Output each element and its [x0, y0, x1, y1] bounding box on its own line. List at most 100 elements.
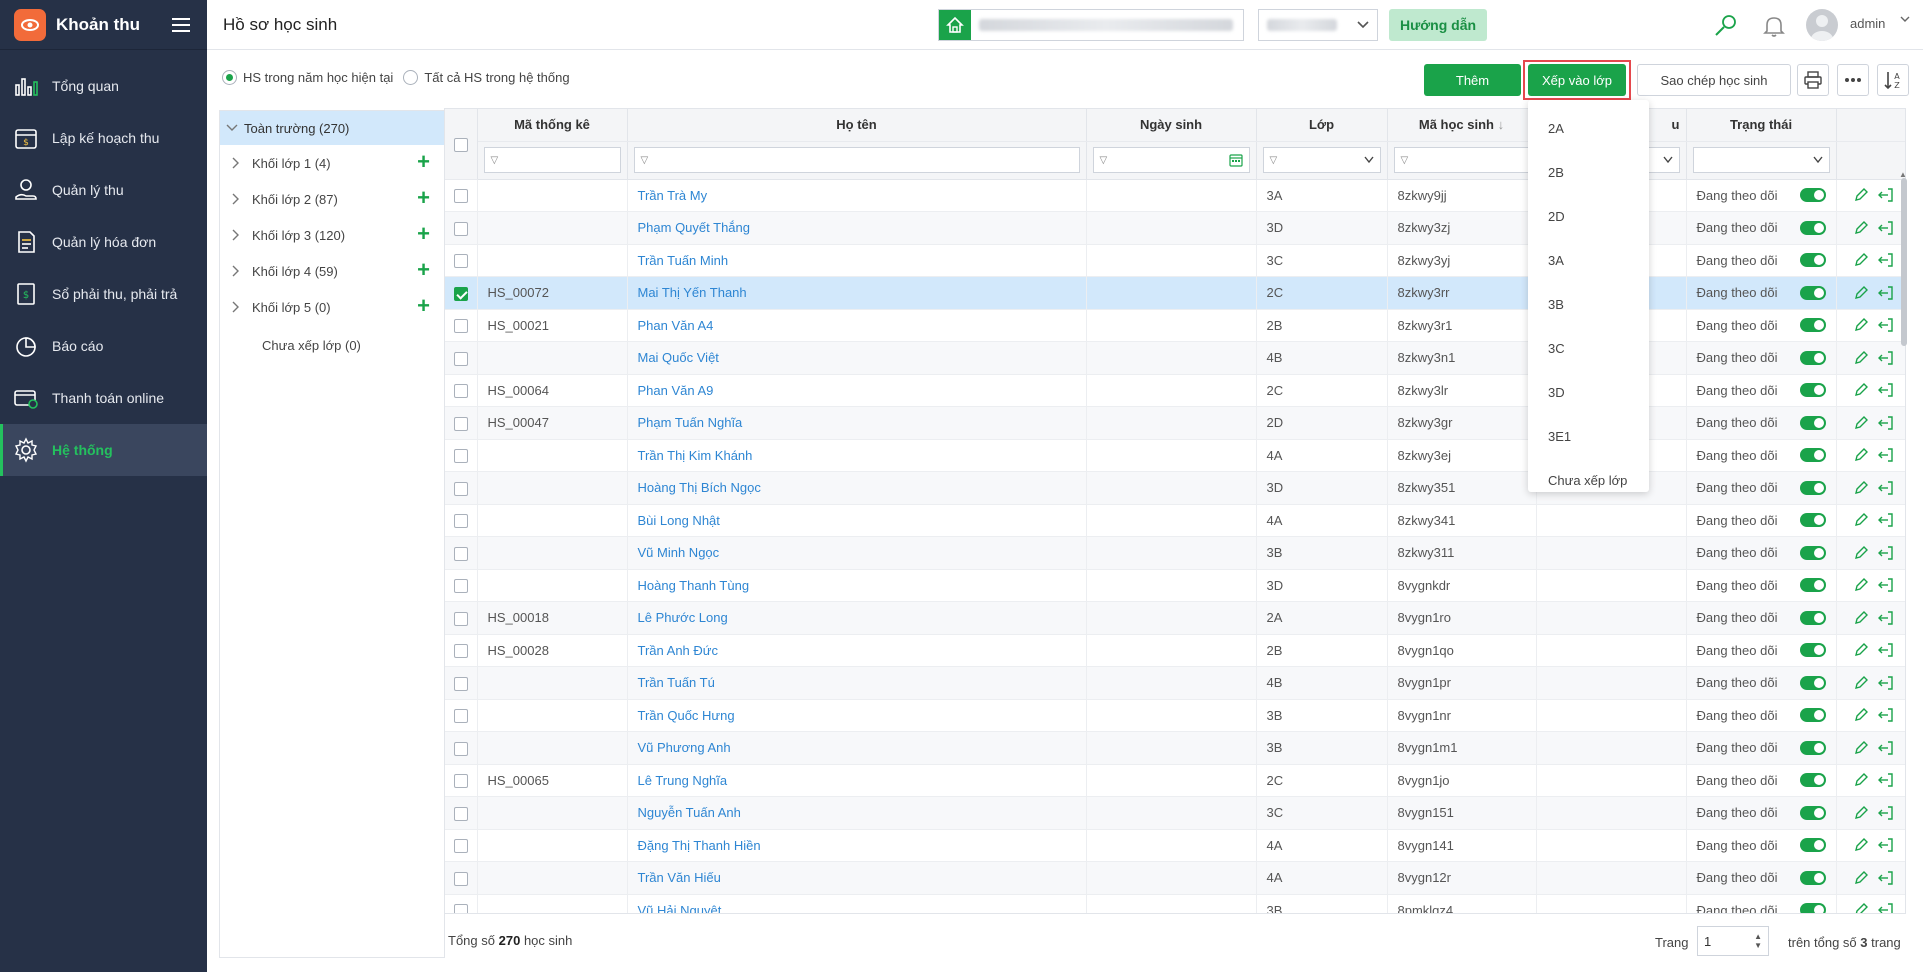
edit-pencil-icon[interactable]: [1853, 675, 1869, 691]
header-select-all[interactable]: [445, 109, 478, 180]
transfer-icon[interactable]: [1877, 707, 1895, 723]
cell-name-link[interactable]: Lê Phước Long: [627, 601, 1087, 635]
print-button[interactable]: [1797, 64, 1829, 96]
row-select[interactable]: [445, 406, 478, 440]
tree-item-grade[interactable]: Khối lớp 4 (59) +: [220, 253, 444, 289]
edit-pencil-icon[interactable]: [1853, 415, 1869, 431]
add-class-icon[interactable]: +: [417, 295, 430, 317]
school-selector[interactable]: [938, 9, 1244, 41]
class-option[interactable]: 2A: [1528, 106, 1649, 150]
edit-pencil-icon[interactable]: [1853, 350, 1869, 366]
filter-dob[interactable]: ▽: [1086, 141, 1257, 180]
sidebar-item-lap-ke-hoach-thu[interactable]: $ Lập kế hoạch thu: [0, 112, 207, 164]
edit-pencil-icon[interactable]: [1853, 220, 1869, 236]
cell-name-link[interactable]: Bùi Long Nhật: [627, 504, 1087, 537]
transfer-icon[interactable]: [1877, 447, 1895, 463]
cell-name-link[interactable]: Phan Văn A9: [627, 374, 1087, 407]
row-checkbox[interactable]: [453, 579, 468, 594]
sidebar-item-so-phai-thu[interactable]: $ Sổ phải thu, phải trả: [0, 268, 207, 320]
status-toggle[interactable]: [1799, 545, 1826, 560]
status-toggle[interactable]: [1799, 220, 1826, 235]
status-toggle[interactable]: [1799, 708, 1826, 723]
edit-pencil-icon[interactable]: [1853, 902, 1869, 914]
table-row[interactable]: HS_00064 Phan Văn A9 2C 8zkwy3lr Đang theo d…: [445, 374, 1905, 407]
status-toggle[interactable]: [1799, 578, 1826, 593]
sidebar-item-tong-quan[interactable]: Tổng quan: [0, 60, 207, 112]
row-checkbox[interactable]: [453, 676, 468, 691]
transfer-icon[interactable]: [1877, 740, 1895, 756]
status-toggle[interactable]: [1799, 480, 1826, 495]
stepper-icon[interactable]: ▲ ▼: [1754, 932, 1762, 950]
edit-pencil-icon[interactable]: [1853, 870, 1869, 886]
edit-pencil-icon[interactable]: [1853, 480, 1869, 496]
guide-button[interactable]: Hướng dẫn: [1389, 9, 1487, 41]
cell-name-link[interactable]: Vũ Phương Anh: [627, 731, 1087, 765]
cell-name-link[interactable]: Lê Trung Nghĩa: [627, 764, 1087, 797]
edit-pencil-icon[interactable]: [1853, 610, 1869, 626]
row-checkbox[interactable]: [453, 481, 468, 496]
page-number-input[interactable]: 1 ▲ ▼: [1697, 926, 1769, 956]
cell-name-link[interactable]: Nguyễn Tuấn Anh: [627, 796, 1087, 830]
more-button[interactable]: [1837, 64, 1869, 96]
row-select[interactable]: [445, 244, 478, 277]
transfer-icon[interactable]: [1877, 610, 1895, 626]
cell-name-link[interactable]: Trần Văn Hiếu: [627, 861, 1087, 895]
transfer-icon[interactable]: [1877, 577, 1895, 593]
edit-pencil-icon[interactable]: [1853, 187, 1869, 203]
table-row[interactable]: Trần Trà My 3A 8zkwy9jj Đang theo dõi: [445, 179, 1905, 212]
row-select[interactable]: [445, 536, 478, 570]
copy-student-button[interactable]: Sao chép học sinh: [1637, 64, 1791, 96]
row-select[interactable]: [445, 374, 478, 407]
row-checkbox[interactable]: [453, 644, 468, 659]
bell-icon[interactable]: [1760, 12, 1788, 40]
cell-name-link[interactable]: Trần Thị Kim Khánh: [627, 439, 1087, 472]
status-toggle[interactable]: [1799, 285, 1826, 300]
transfer-icon[interactable]: [1877, 545, 1895, 561]
class-option[interactable]: 2B: [1528, 150, 1649, 194]
assign-class-button[interactable]: Xếp vào lớp: [1528, 64, 1626, 96]
table-row[interactable]: HS_00047 Phạm Tuấn Nghĩa 2D 8zkwy3gr Đang th…: [445, 406, 1905, 440]
transfer-icon[interactable]: [1877, 480, 1895, 496]
add-class-icon[interactable]: +: [417, 259, 430, 281]
sidebar-item-he-thong[interactable]: Hệ thống: [0, 424, 207, 476]
row-checkbox[interactable]: [453, 514, 468, 529]
class-option[interactable]: 3D: [1528, 370, 1649, 414]
row-select[interactable]: [445, 666, 478, 700]
transfer-icon[interactable]: [1877, 772, 1895, 788]
chevron-down-icon[interactable]: [1900, 14, 1910, 24]
cell-name-link[interactable]: Mai Thị Yến Thanh: [627, 276, 1087, 310]
edit-pencil-icon[interactable]: [1853, 382, 1869, 398]
row-select[interactable]: [445, 601, 478, 635]
status-toggle[interactable]: [1799, 773, 1826, 788]
status-toggle[interactable]: [1799, 350, 1826, 365]
status-toggle[interactable]: [1799, 610, 1826, 625]
tree-item-unassigned[interactable]: Chưa xếp lớp (0): [220, 325, 444, 365]
add-class-icon[interactable]: +: [417, 187, 430, 209]
row-checkbox[interactable]: [453, 254, 468, 269]
radio-all-students-label[interactable]: Tất cả HS trong hệ thống: [424, 70, 569, 85]
class-option[interactable]: 3B: [1528, 282, 1649, 326]
cell-name-link[interactable]: Trần Anh Đức: [627, 634, 1087, 667]
status-toggle[interactable]: [1799, 740, 1826, 755]
row-select[interactable]: [445, 699, 478, 732]
row-select[interactable]: [445, 439, 478, 472]
filter-status[interactable]: [1686, 141, 1837, 180]
table-row[interactable]: Trần Văn Hiếu 4A 8vygn12r Đang theo dõi: [445, 861, 1905, 895]
row-checkbox[interactable]: [453, 286, 468, 301]
table-scrollbar[interactable]: [1901, 178, 1907, 346]
row-checkbox[interactable]: [453, 839, 468, 854]
edit-pencil-icon[interactable]: [1853, 512, 1869, 528]
edit-pencil-icon[interactable]: [1853, 772, 1869, 788]
class-option[interactable]: 3A: [1528, 238, 1649, 282]
sort-button[interactable]: AZ: [1877, 64, 1909, 96]
edit-pencil-icon[interactable]: [1853, 805, 1869, 821]
row-checkbox[interactable]: [453, 611, 468, 626]
transfer-icon[interactable]: [1877, 187, 1895, 203]
header-stat-code[interactable]: Mã thống kê: [477, 109, 628, 142]
add-class-icon[interactable]: +: [417, 223, 430, 245]
header-status[interactable]: Trạng thái: [1686, 109, 1837, 142]
cell-name-link[interactable]: Đặng Thị Thanh Hiền: [627, 829, 1087, 862]
cell-name-link[interactable]: Trần Tuấn Minh: [627, 244, 1087, 277]
status-toggle[interactable]: [1799, 448, 1826, 463]
sidebar-item-quan-ly-hoa-don[interactable]: Quản lý hóa đơn: [0, 216, 207, 268]
